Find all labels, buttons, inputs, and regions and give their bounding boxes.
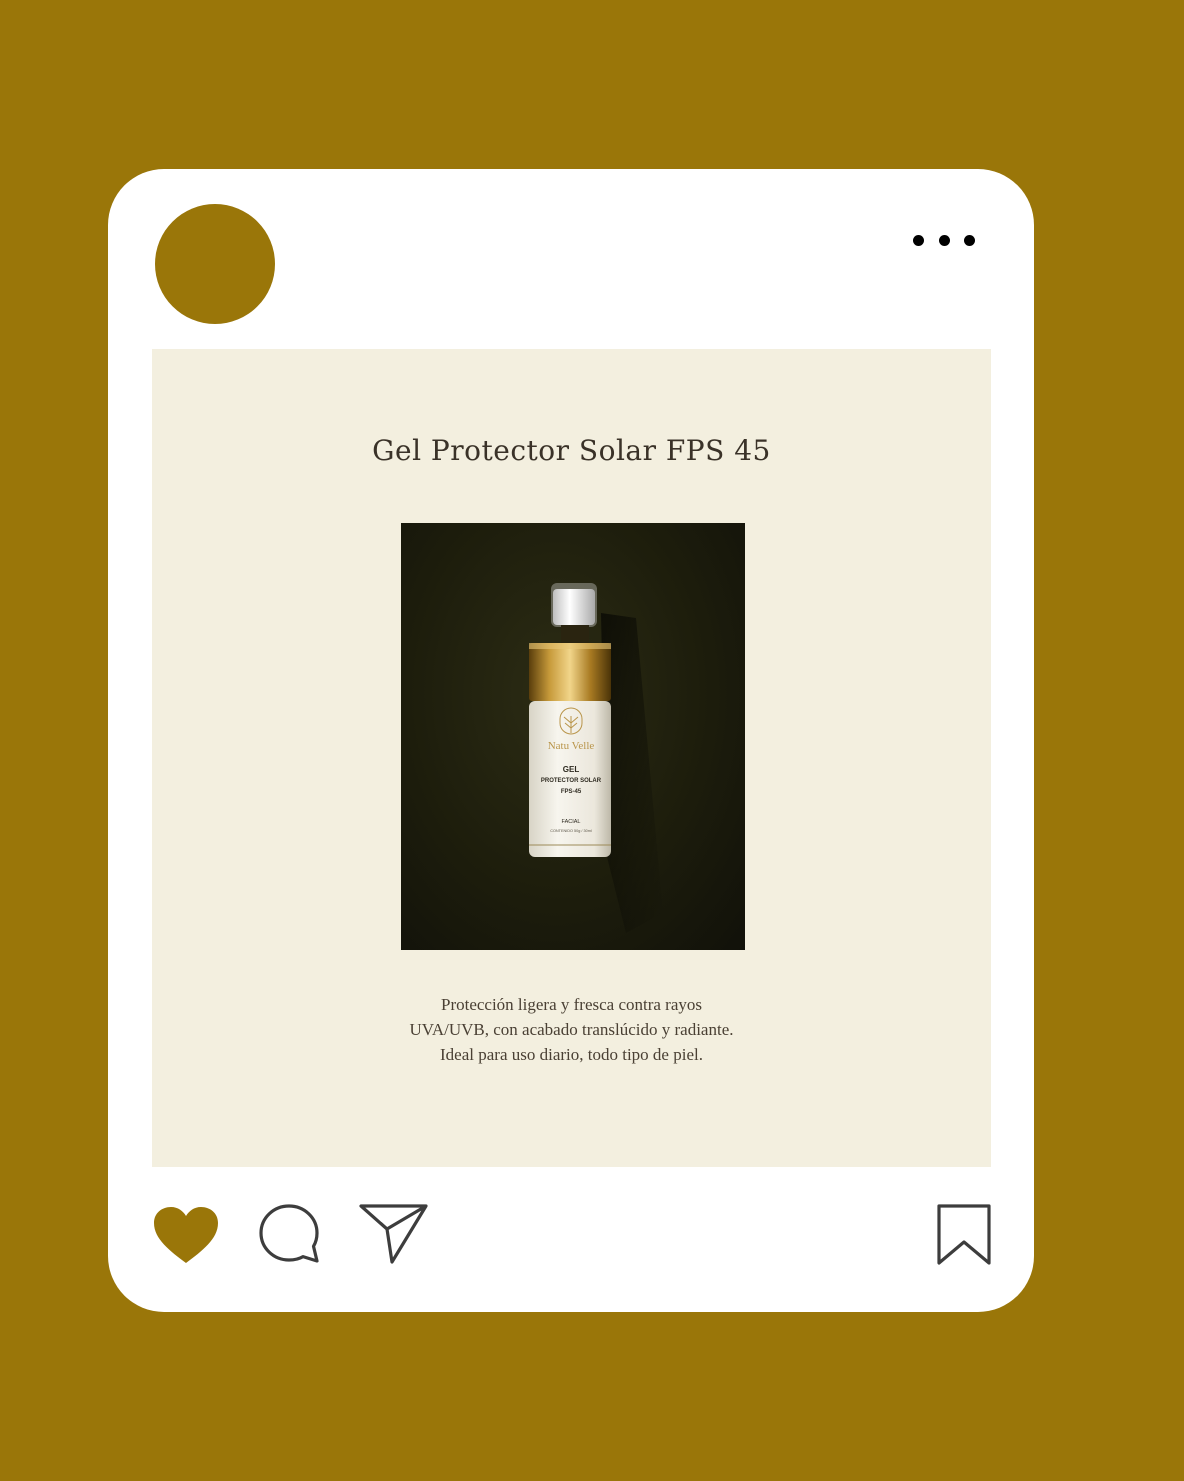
product-brand: Natu Velle	[548, 740, 595, 752]
heart-icon[interactable]	[152, 1205, 220, 1265]
comment-icon[interactable]	[258, 1203, 320, 1265]
post-card: Gel Protector Solar FPS 45 Natu Velle GE…	[108, 169, 1034, 1312]
avatar[interactable]	[155, 204, 275, 324]
caption-line: UVA/UVB, con acabado translúcido y radia…	[409, 1020, 734, 1039]
product-line3: FPS-45	[561, 789, 582, 795]
product-line2: PROTECTOR SOLAR	[541, 778, 602, 784]
post-caption: Protección ligera y fresca contra rayos …	[152, 992, 991, 1067]
product-type: FACIAL	[562, 819, 581, 825]
more-dot	[938, 234, 950, 246]
caption-line: Protección ligera y fresca contra rayos	[440, 995, 703, 1014]
send-icon[interactable]	[359, 1203, 429, 1265]
more-dot	[964, 234, 975, 246]
bookmark-icon[interactable]	[937, 1204, 991, 1266]
product-bottle-illustration: Natu Velle GEL PROTECTOR SOLAR FPS-45 FA…	[529, 583, 663, 933]
product-photo: Natu Velle GEL PROTECTOR SOLAR FPS-45 FA…	[401, 523, 745, 950]
post-title: Gel Protector Solar FPS 45	[372, 434, 771, 467]
more-dot	[913, 234, 924, 246]
more-options-icon[interactable]	[913, 231, 975, 249]
post-image[interactable]: Gel Protector Solar FPS 45 Natu Velle GE…	[152, 349, 991, 1167]
product-line1: GEL	[563, 765, 580, 774]
caption-line: Ideal para uso diario, todo tipo de piel…	[440, 1045, 703, 1064]
product-content: CONTENIDO 50g / 30ml	[550, 829, 592, 833]
